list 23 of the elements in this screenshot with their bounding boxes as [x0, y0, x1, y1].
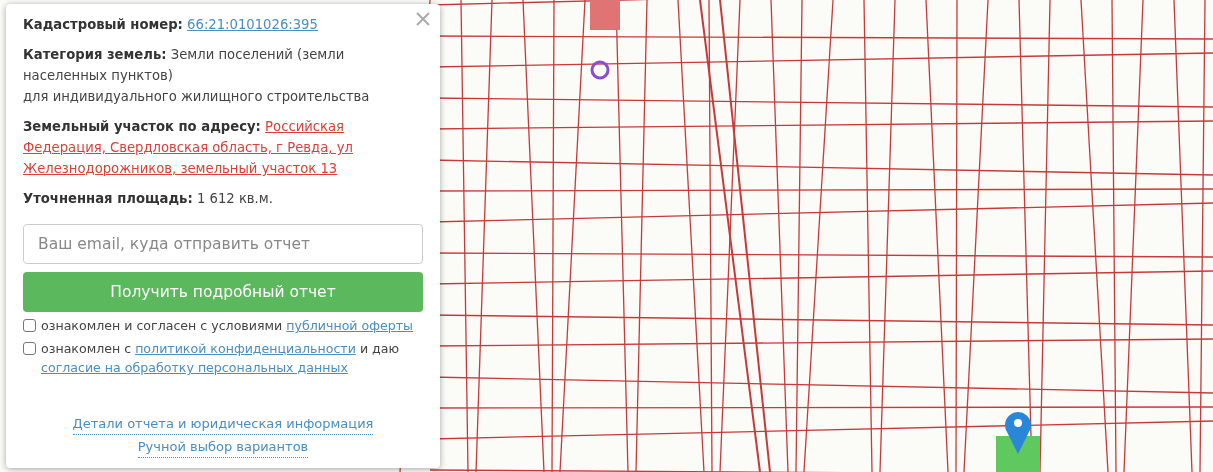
consent-checkbox[interactable]: [23, 319, 36, 332]
area-text: Уточненная площадь: 1 612 кв.м.: [23, 190, 274, 208]
consent-link[interactable]: политикой конфиденциальности: [135, 341, 356, 356]
location-circle-icon[interactable]: [590, 60, 610, 80]
cadastral-number-link[interactable]: 66:21:0101026:395: [187, 17, 318, 32]
address-link[interactable]: Железнодорожников, земельный участок 13: [23, 161, 338, 176]
consent-checkbox[interactable]: [23, 342, 36, 355]
close-icon: [416, 12, 430, 26]
map-pin-icon[interactable]: [1004, 410, 1032, 454]
land-category-text: Категория земель: Земли поселений (земли населенных пунктов) для индивидуального жилищного строительства: [23, 46, 371, 106]
address-text: Земельный участок по адресу: Российская Федерация, Свердловская область, г Ревда, ул Железнодорожников, земельный участок 13: [23, 118, 354, 178]
address-link[interactable]: Российская: [265, 119, 344, 134]
address-link[interactable]: Федерация, Свердловская область, г Ревда, ул: [23, 140, 353, 155]
footer-link[interactable]: Детали отчета и юридическая информация: [72, 414, 374, 435]
cadastral-number-text: Кадастровый номер: 66:21:0101026:395: [23, 16, 319, 34]
consent-text: ознакомлен с политикой конфиденциальности и даю согласие на обработку персональных данных: [41, 340, 401, 377]
email-field[interactable]: Ваш email, куда отправить отчет: [23, 224, 423, 264]
consent-text: ознакомлен и согласен с условиями публичной оферты: [41, 317, 413, 335]
footer-link[interactable]: Ручной выбор вариантов: [137, 437, 309, 458]
consent-link[interactable]: публичной оферты: [286, 318, 413, 333]
close-button[interactable]: [414, 10, 432, 28]
get-report-button[interactable]: Получить подробный отчет: [23, 272, 423, 312]
consent-link[interactable]: согласие на обработку персональных данных: [41, 360, 348, 375]
